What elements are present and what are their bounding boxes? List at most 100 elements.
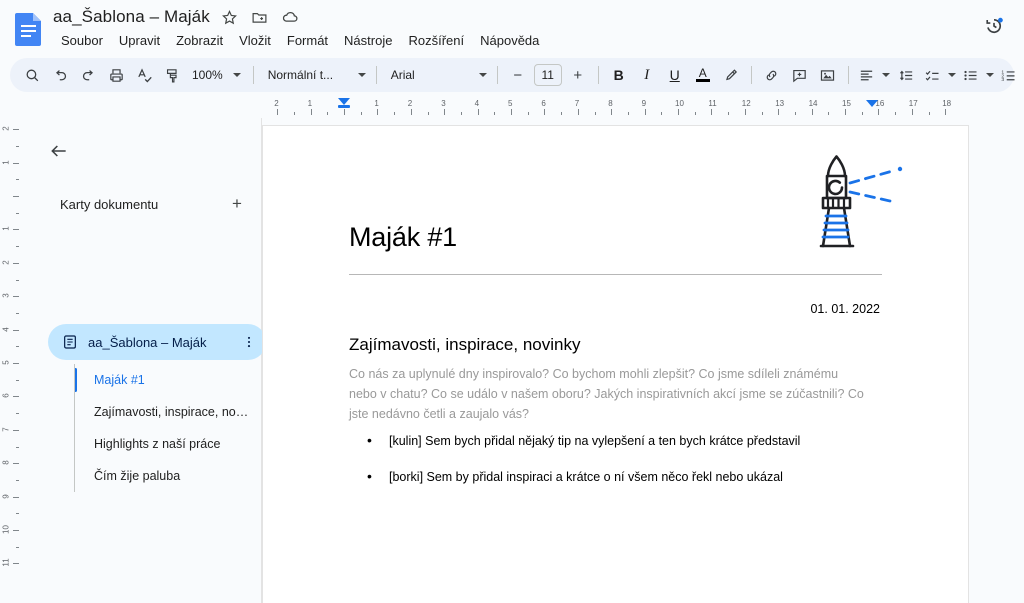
ruler-tick-minor <box>360 112 362 115</box>
zoom-level-dropdown[interactable]: 100% <box>186 62 247 88</box>
ruler-label: 2 <box>1 260 11 265</box>
tab-outline-list: Maják #1 Zajímavosti, inspirace, no… Hig… <box>74 364 270 492</box>
undo-icon[interactable] <box>46 62 74 88</box>
menu-item-upravit[interactable]: Upravit <box>111 31 168 50</box>
bold-button[interactable]: B <box>605 62 633 88</box>
ruler-label: 5 <box>508 99 513 108</box>
print-icon[interactable] <box>102 62 130 88</box>
font-family-value: Arial <box>390 68 415 82</box>
align-left-icon[interactable] <box>855 62 879 88</box>
right-indent-marker[interactable] <box>866 100 878 107</box>
ruler-label: 4 <box>474 99 480 108</box>
increase-font-size-button[interactable]: + <box>564 62 592 88</box>
ruler-tick-minor <box>661 112 663 115</box>
placeholder-paragraph[interactable]: Co nás za uplynulé dny inspirovalo? Co b… <box>349 364 869 424</box>
star-icon[interactable] <box>220 7 240 27</box>
chevron-down-icon <box>478 73 487 77</box>
ruler-label: 2 <box>407 99 413 108</box>
ruler-label: 2 <box>274 99 279 108</box>
google-docs-icon[interactable] <box>14 12 44 46</box>
tab-more-icon[interactable] <box>238 331 260 353</box>
insert-link-icon[interactable] <box>758 62 786 88</box>
ruler-tick-minor <box>16 145 19 147</box>
ruler-tick <box>13 262 19 264</box>
cloud-saved-icon[interactable] <box>280 7 300 27</box>
spellcheck-icon[interactable] <box>130 62 158 88</box>
left-indent-bar[interactable] <box>338 105 350 108</box>
menu-item-nastroje[interactable]: Nástroje <box>336 31 400 50</box>
list-item[interactable]: [kulin] Sem bych přidal nějaký tip na vy… <box>349 431 889 450</box>
paragraph-style-dropdown[interactable]: Normální t... <box>260 62 370 88</box>
font-family-dropdown[interactable]: Arial <box>383 62 491 88</box>
ruler-tick <box>511 109 512 115</box>
bulleted-list-control <box>959 62 997 88</box>
bulleted-list-dropdown-chevron-down-icon[interactable] <box>983 62 997 88</box>
text-color-button[interactable]: A <box>689 62 717 88</box>
svg-text:3: 3 <box>1002 77 1005 83</box>
google-docs-window: aa_Šablona – Maják Soubor Upravit Zobraz… <box>0 0 1024 603</box>
document-title[interactable]: aa_Šablona – Maják <box>53 7 210 27</box>
search-icon[interactable] <box>18 62 46 88</box>
document-page[interactable]: Maják #1 01. 01. 2022 Zajímavosti, inspi… <box>262 125 969 603</box>
add-tab-button[interactable]: + <box>224 191 250 217</box>
ruler-tick-minor <box>16 379 19 381</box>
ruler-tick-minor <box>861 112 863 115</box>
outline-item-cim-zije-paluba[interactable]: Čím žije paluba <box>75 460 270 492</box>
document-canvas[interactable]: Maják #1 01. 01. 2022 Zajímavosti, inspi… <box>262 118 1024 603</box>
add-comment-icon[interactable] <box>786 62 814 88</box>
zoom-level-value: 100% <box>192 68 223 82</box>
ruler-tick <box>410 109 412 115</box>
outline-item-highlights[interactable]: Highlights z naší práce <box>75 428 270 460</box>
menu-bar: Soubor Upravit Zobrazit Vložit Formát Ná… <box>53 31 547 50</box>
align-dropdown-chevron-down-icon[interactable] <box>879 62 893 88</box>
left-indent-marker[interactable] <box>338 98 350 105</box>
menu-item-vlozit[interactable]: Vložit <box>231 31 279 50</box>
ruler-label: 15 <box>842 99 851 108</box>
ruler-label: 1 <box>1 226 11 232</box>
ruler-tick <box>13 530 19 531</box>
ruler-tick-minor <box>895 112 897 115</box>
list-item[interactable]: [borki] Sem by přidal inspiraci a krátce… <box>349 467 889 486</box>
section-heading[interactable]: Zajímavosti, inspirace, novinky <box>349 335 580 355</box>
back-arrow-icon[interactable] <box>42 134 76 168</box>
title-divider <box>349 274 882 275</box>
outline-item-zajimavosti[interactable]: Zajímavosti, inspirace, no… <box>75 396 270 428</box>
menu-item-soubor[interactable]: Soubor <box>53 31 111 50</box>
document-date[interactable]: 01. 01. 2022 <box>810 302 880 316</box>
redo-icon[interactable] <box>74 62 102 88</box>
line-spacing-icon[interactable] <box>893 62 921 88</box>
ruler-label: 3 <box>441 99 446 108</box>
ruler-label: 6 <box>541 99 546 108</box>
ruler-label: 18 <box>942 99 952 108</box>
menu-item-zobrazit[interactable]: Zobrazit <box>168 31 231 50</box>
ruler-label: 9 <box>641 99 647 108</box>
bulleted-list-icon[interactable] <box>959 62 983 88</box>
outline-item-majak-1[interactable]: Maják #1 <box>75 364 270 396</box>
toolbar-divider <box>750 66 752 84</box>
highlight-pen-icon[interactable] <box>717 62 745 88</box>
checklist-icon[interactable] <box>921 62 945 88</box>
menu-item-format[interactable]: Formát <box>279 31 336 50</box>
menu-item-rozsireni[interactable]: Rozšíření <box>400 31 472 50</box>
paint-format-icon[interactable] <box>158 62 186 88</box>
document-tab-item[interactable]: aa_Šablona – Maják <box>48 324 266 360</box>
ruler-tick <box>678 109 679 115</box>
ruler-tick-minor <box>761 112 763 115</box>
italic-button[interactable]: I <box>633 62 661 88</box>
font-size-input[interactable]: 11 <box>533 64 562 86</box>
underline-button[interactable]: U <box>661 62 689 88</box>
insert-image-icon[interactable] <box>814 62 842 88</box>
toolbar-divider <box>597 66 599 84</box>
checklist-dropdown-chevron-down-icon[interactable] <box>945 62 959 88</box>
vertical-ruler[interactable]: 2 1 1 2 3 4 5 6 7 8 9 10 11 <box>0 118 22 603</box>
ruler-label: 4 <box>1 326 11 332</box>
numbered-list-icon[interactable]: 123 <box>997 62 1021 88</box>
document-tab-label: aa_Šablona – Maják <box>88 334 207 350</box>
horizontal-ruler[interactable]: 2 1 1 2 3 4 5 6 7 8 9 10 11 12 13 14 15 16 17 18 <box>0 96 1024 118</box>
ruler-tick-minor <box>728 112 730 115</box>
version-history-icon[interactable] <box>978 10 1010 42</box>
move-to-folder-icon[interactable] <box>250 7 270 27</box>
page-title[interactable]: Maják #1 <box>349 222 457 253</box>
menu-item-napoveda[interactable]: Nápověda <box>472 31 547 50</box>
decrease-font-size-button[interactable]: − <box>504 62 532 88</box>
